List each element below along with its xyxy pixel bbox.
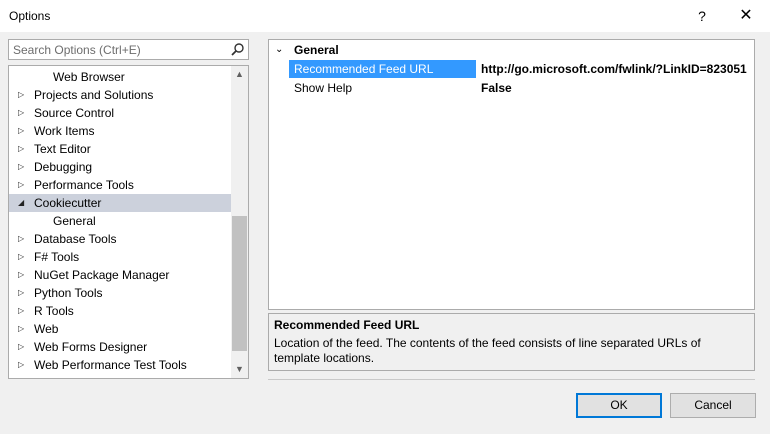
- collapsed-arrow-icon[interactable]: ▷: [18, 86, 28, 104]
- collapsed-arrow-icon[interactable]: ▷: [18, 158, 28, 176]
- tree-item[interactable]: ▷ Web Performance Test Tools: [9, 356, 231, 374]
- description-panel: Recommended Feed URL Location of the fee…: [268, 313, 755, 371]
- collapsed-arrow-icon[interactable]: ▷: [18, 356, 28, 374]
- tree-item-label: General: [53, 214, 96, 228]
- property-grid: ⌄ General Recommended Feed URL http://go…: [268, 39, 755, 310]
- description-text: Location of the feed. The contents of th…: [274, 336, 701, 365]
- tree-item[interactable]: ▷ NuGet Package Manager: [9, 266, 231, 284]
- cancel-button[interactable]: Cancel: [670, 393, 756, 418]
- scroll-thumb[interactable]: [232, 216, 247, 351]
- tree-item-label: Cookiecutter: [34, 196, 102, 210]
- tree-item-label: NuGet Package Manager: [34, 268, 170, 282]
- scroll-down-arrow-icon[interactable]: ▼: [231, 361, 248, 378]
- tree-item[interactable]: ▷ Database Tools: [9, 230, 231, 248]
- property-name[interactable]: Show Help: [289, 79, 476, 97]
- search-input[interactable]: [13, 42, 223, 57]
- property-value[interactable]: False: [481, 79, 754, 97]
- collapsed-arrow-icon[interactable]: ▷: [18, 266, 28, 284]
- tree-item[interactable]: ▷ Projects and Solutions: [9, 86, 231, 104]
- tree-item-label: Performance Tools: [34, 178, 134, 192]
- collapsed-arrow-icon[interactable]: ▷: [18, 140, 28, 158]
- collapsed-arrow-icon[interactable]: ▷: [18, 176, 28, 194]
- chevron-down-icon[interactable]: ⌄: [275, 41, 283, 59]
- tree-items: Web Browser ▷ Projects and Solutions ▷ Sourc…: [9, 68, 231, 374]
- collapsed-arrow-icon[interactable]: ▷: [18, 104, 28, 122]
- collapsed-arrow-icon[interactable]: ▷: [18, 248, 28, 266]
- scroll-up-arrow-icon[interactable]: ▲: [231, 66, 248, 83]
- collapsed-arrow-icon[interactable]: ▷: [18, 230, 28, 248]
- help-button[interactable]: ?: [690, 4, 714, 28]
- divider: [268, 379, 755, 380]
- title-bar: Options ? ✕: [0, 0, 770, 32]
- tree-item[interactable]: ▷ Work Items: [9, 122, 231, 140]
- expanded-arrow-icon[interactable]: ◢: [18, 194, 28, 212]
- tree-item-label: Debugging: [34, 160, 93, 174]
- collapsed-arrow-icon[interactable]: ▷: [18, 320, 28, 338]
- options-tree[interactable]: Web Browser ▷ Projects and Solutions ▷ Sourc…: [8, 65, 249, 379]
- close-button[interactable]: ✕: [734, 4, 758, 28]
- tree-item[interactable]: Web Browser: [9, 68, 231, 86]
- tree-item-label: R Tools: [34, 304, 74, 318]
- tree-item[interactable]: ▷ Web: [9, 320, 231, 338]
- collapsed-arrow-icon[interactable]: ▷: [18, 284, 28, 302]
- description-title: Recommended Feed URL: [274, 318, 420, 332]
- tree-item-label: Projects and Solutions: [34, 88, 154, 102]
- collapsed-arrow-icon[interactable]: ▷: [18, 338, 28, 356]
- tree-item-label: Web Browser: [53, 70, 125, 84]
- tree-item-label: F# Tools: [34, 250, 80, 264]
- tree-item[interactable]: General: [9, 212, 231, 230]
- tree-item-label: Web: [34, 322, 59, 336]
- tree-item-label: Database Tools: [34, 232, 117, 246]
- property-name[interactable]: Recommended Feed URL: [289, 60, 476, 78]
- tree-item[interactable]: ▷ Performance Tools: [9, 176, 231, 194]
- property-row-show-help[interactable]: Show Help False: [269, 79, 754, 97]
- property-value[interactable]: http://go.microsoft.com/fwlink/?LinkID=8…: [481, 60, 754, 78]
- tree-item-label: Web Forms Designer: [34, 340, 148, 354]
- tree-item-label: Text Editor: [34, 142, 91, 156]
- ok-button[interactable]: OK: [576, 393, 662, 418]
- tree-scrollbar[interactable]: ▲ ▼: [231, 66, 248, 378]
- window-title: Options: [9, 9, 51, 23]
- category-general[interactable]: ⌄ General: [269, 41, 754, 59]
- tree-item[interactable]: ▷ Text Editor: [9, 140, 231, 158]
- tree-item-label: Python Tools: [34, 286, 103, 300]
- collapsed-arrow-icon[interactable]: ▷: [18, 122, 28, 140]
- tree-item[interactable]: ▷ Debugging: [9, 158, 231, 176]
- property-row-feed-url[interactable]: Recommended Feed URL http://go.microsoft…: [269, 60, 754, 78]
- tree-item[interactable]: ▷ F# Tools: [9, 248, 231, 266]
- tree-item[interactable]: ▷ Web Forms Designer: [9, 338, 231, 356]
- tree-item-label: Work Items: [34, 124, 95, 138]
- tree-item[interactable]: ◢ Cookiecutter: [9, 194, 231, 212]
- tree-item[interactable]: ▷ Source Control: [9, 104, 231, 122]
- collapsed-arrow-icon[interactable]: ▷: [18, 302, 28, 320]
- category-label: General: [294, 43, 339, 57]
- tree-item[interactable]: ▷ R Tools: [9, 302, 231, 320]
- tree-item[interactable]: ▷ Python Tools: [9, 284, 231, 302]
- tree-item-label: Source Control: [34, 106, 115, 120]
- search-box[interactable]: [8, 39, 249, 60]
- search-icon[interactable]: [230, 42, 245, 57]
- tree-item-label: Web Performance Test Tools: [34, 358, 187, 372]
